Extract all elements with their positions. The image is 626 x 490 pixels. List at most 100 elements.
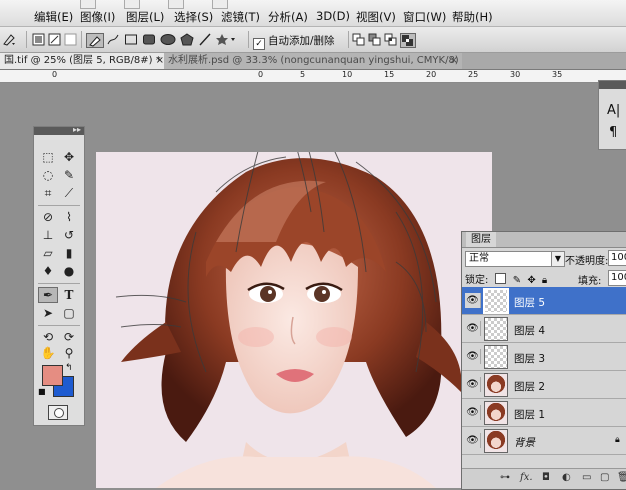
path-select-icon[interactable]: ➤	[38, 305, 58, 321]
eye-icon[interactable]: 👁	[465, 321, 481, 336]
lock-transparent-icon[interactable]	[494, 273, 506, 284]
shape-icon[interactable]: ▢	[59, 305, 79, 321]
menu-stub	[168, 0, 184, 9]
layer-row[interactable]: 👁 图层 3	[462, 343, 626, 371]
layer-row[interactable]: 👁 图层 1	[462, 399, 626, 427]
layer-mask-icon[interactable]: ◘	[542, 472, 550, 483]
close-icon[interactable]: ×	[156, 53, 164, 69]
hand-icon[interactable]: ✋	[38, 345, 58, 361]
crop-icon[interactable]: ⌗	[38, 185, 58, 201]
delete-layer-icon[interactable]: 🗑︎	[617, 472, 626, 483]
adjustment-layer-icon[interactable]: ◐	[562, 472, 571, 483]
eye-icon[interactable]: 👁	[465, 349, 481, 364]
menu-help[interactable]: 帮助(H)	[452, 9, 493, 25]
combine-intersect-icon[interactable]	[384, 33, 397, 46]
horizontal-ruler[interactable]: 0 0 5 10 15 20 25 30 35	[0, 70, 626, 83]
pen-tool-option-icon[interactable]	[86, 33, 104, 48]
ruler-label: 10	[342, 70, 353, 79]
auto-add-delete-checkbox[interactable]: ✓ 自动添加/删除	[253, 33, 335, 50]
eye-icon[interactable]: 👁	[465, 405, 481, 420]
opacity-input[interactable]: 100%	[608, 250, 626, 266]
layers-panel: 图层 正常 ▼ 不透明度: 100% 锁定: ✎ ✥ 🔒︎ 填充: 100% 👁 …	[461, 231, 626, 490]
lock-move-icon[interactable]: ✥	[527, 275, 535, 286]
combine-subtract-icon[interactable]	[368, 33, 381, 46]
shape-layers-icon[interactable]	[32, 33, 45, 46]
quick-select-icon[interactable]: ✎	[59, 167, 79, 183]
menu-window[interactable]: 窗口(W)	[403, 9, 446, 25]
quick-mask-icon[interactable]	[48, 405, 68, 420]
menu-edit[interactable]: 编辑(E)	[34, 9, 73, 25]
menu-bar: 编辑(E) 图像(I) 图层(L) 选择(S) 滤镜(T) 分析(A) 3D(D…	[0, 0, 626, 27]
layer-row[interactable]: 👁 图层 5	[462, 287, 626, 315]
fill-pixels-icon[interactable]	[64, 33, 77, 46]
lasso-icon[interactable]: ◌	[38, 167, 58, 183]
blur-icon[interactable]: ♦	[38, 263, 58, 279]
tools-panel-header[interactable]: ▸▸	[34, 125, 84, 135]
layer-row[interactable]: 👁 图层 2	[462, 371, 626, 399]
layer-thumbnail	[484, 429, 508, 453]
menu-select[interactable]: 选择(S)	[174, 9, 213, 25]
healing-icon[interactable]: ⊘	[38, 209, 58, 225]
ellipse-icon[interactable]	[160, 33, 176, 46]
eyedropper-icon[interactable]: ⟋	[59, 185, 79, 201]
layers-list: 👁 图层 5 👁 图层 4 👁 图层 3 👁 图层 2 👁 图层 1 👁 背景 …	[462, 287, 626, 455]
paths-icon[interactable]	[48, 33, 61, 46]
dock-header[interactable]	[599, 81, 626, 89]
stamp-icon[interactable]: ⊥	[38, 227, 58, 243]
character-panel-dock: A| ¶	[598, 80, 626, 150]
3d-orbit-icon[interactable]: ⟳	[59, 329, 79, 345]
custom-shape-icon[interactable]	[216, 33, 236, 46]
menu-layer[interactable]: 图层(L)	[126, 9, 164, 25]
history-brush-icon[interactable]: ↺	[59, 227, 79, 243]
menu-image[interactable]: 图像(I)	[80, 9, 115, 25]
eye-icon[interactable]: 👁	[465, 433, 481, 448]
foreground-color-swatch[interactable]	[42, 365, 63, 386]
eye-icon[interactable]: 👁	[465, 377, 481, 392]
menu-filter[interactable]: 滤镜(T)	[221, 9, 260, 25]
new-layer-icon[interactable]: ▢	[600, 472, 609, 483]
combine-exclude-icon[interactable]	[400, 33, 416, 48]
line-icon[interactable]	[198, 33, 212, 46]
tab-document-2[interactable]: 水利展析.psd @ 33.3% (nongcunanquan yingshui…	[164, 53, 462, 69]
document-canvas[interactable]	[96, 152, 492, 488]
menu-view[interactable]: 视图(V)	[356, 9, 396, 25]
layers-tabstrip: 图层	[462, 232, 626, 248]
blend-mode-select[interactable]: 正常 ▼	[465, 251, 565, 267]
dodge-icon[interactable]: ●	[59, 263, 79, 279]
eraser-icon[interactable]: ▱	[38, 245, 58, 261]
freeform-pen-icon[interactable]	[106, 33, 120, 46]
layer-row[interactable]: 👁 图层 4	[462, 315, 626, 343]
lock-all-icon[interactable]: 🔒︎	[542, 275, 547, 286]
swap-colors-icon[interactable]: ↰	[65, 363, 73, 373]
layer-style-icon[interactable]: fx.	[520, 472, 533, 483]
rectangle-icon[interactable]	[124, 33, 138, 46]
lock-icon: 🔒︎	[615, 435, 620, 445]
tab-layers[interactable]: 图层	[466, 232, 496, 247]
move-icon[interactable]: ✥	[59, 149, 79, 165]
pen-preset-icon[interactable]	[2, 33, 16, 46]
polygon-icon[interactable]	[180, 33, 194, 46]
3d-rotate-icon[interactable]: ⟲	[38, 329, 58, 345]
type-icon[interactable]: T	[59, 287, 79, 303]
combine-add-icon[interactable]	[352, 33, 365, 46]
default-colors-icon[interactable]: ■	[38, 387, 46, 396]
brush-icon[interactable]: ⌇	[59, 209, 79, 225]
close-icon[interactable]: ×	[450, 53, 458, 69]
gradient-icon[interactable]: ▮	[59, 245, 79, 261]
menu-3d[interactable]: 3D(D)	[316, 9, 350, 23]
fill-input[interactable]: 100%	[608, 270, 626, 286]
ruler-label: 0	[258, 70, 264, 79]
link-layers-icon[interactable]: ⊶	[500, 472, 510, 483]
new-group-icon[interactable]: ▭	[582, 472, 591, 483]
marquee-icon[interactable]: ⬚	[38, 149, 58, 165]
lock-brush-icon[interactable]: ✎	[513, 275, 521, 286]
pen-icon[interactable]: ✒	[38, 287, 58, 303]
layer-row-background[interactable]: 👁 背景 🔒︎	[462, 427, 626, 455]
tab-document-1[interactable]: 国.tif @ 25% (图层 5, RGB/8#) * ×	[0, 53, 168, 69]
menu-analysis[interactable]: 分析(A)	[268, 9, 308, 25]
paragraph-panel-icon[interactable]: ¶	[609, 125, 617, 140]
rounded-rectangle-icon[interactable]	[142, 33, 156, 46]
eye-icon[interactable]: 👁	[465, 293, 481, 308]
character-panel-icon[interactable]: A|	[607, 103, 620, 118]
zoom-icon[interactable]: ⚲	[59, 345, 79, 361]
